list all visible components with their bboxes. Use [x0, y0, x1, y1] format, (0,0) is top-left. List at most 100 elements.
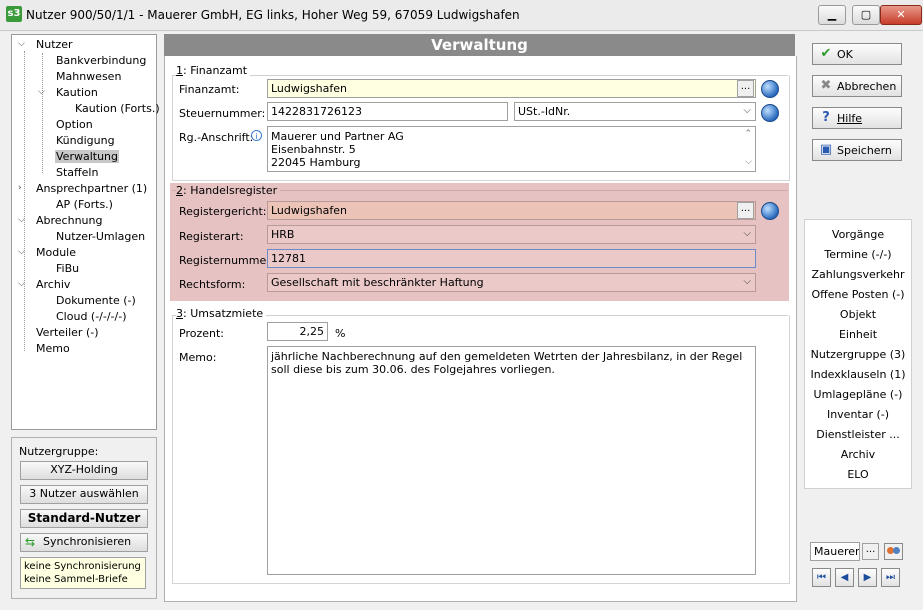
steuer-type-value: USt.-IdNr. [518, 105, 571, 118]
standard-user-button[interactable]: Standard-Nutzer [20, 509, 148, 528]
registerart-label: Registerart: [179, 230, 244, 243]
finanzamt-field[interactable]: Ludwigshafen [267, 79, 756, 98]
tree-item-ansprechpartner[interactable]: Ansprechpartner (1) [36, 182, 147, 195]
user-group-label: Nutzergruppe: [19, 445, 99, 458]
help-button[interactable]: ? Hilfe [812, 107, 902, 129]
link-dienstleister[interactable]: Dienstleister ... [805, 428, 911, 441]
collapse-icon[interactable]: ⌵ [18, 215, 25, 225]
globe-icon[interactable] [761, 202, 779, 220]
link-zahlungsverkehr[interactable]: Zahlungsverkehr [805, 268, 911, 281]
link-elo[interactable]: ELO [805, 468, 911, 481]
link-vorgaenge[interactable]: Vorgänge [805, 228, 911, 241]
group-button[interactable]: XYZ-Holding [20, 461, 148, 480]
tree-item-archiv[interactable]: Archiv [36, 278, 70, 291]
expand-icon[interactable]: › [18, 183, 22, 193]
link-offene-posten[interactable]: Offene Posten (-) [805, 288, 911, 301]
chevron-down-icon: ⌵ [743, 228, 751, 239]
link-inventar[interactable]: Inventar (-) [805, 408, 911, 421]
tree-item-kaution[interactable]: Kaution [56, 86, 98, 99]
registerart-select[interactable]: HRB ⌵ [267, 225, 756, 244]
title-bar: s3 Nutzer 900/50/1/1 - Mauerer GmbH, EG … [0, 0, 923, 31]
registergericht-lookup-button[interactable]: ... [737, 202, 754, 219]
ok-button[interactable]: ✔ OK [812, 43, 902, 65]
collapse-icon[interactable]: ⌵ [38, 87, 45, 97]
link-umlageplaene[interactable]: Umlagepläne (-) [805, 388, 911, 401]
registerart-value: HRB [271, 228, 295, 241]
rechtsform-select[interactable]: Gesellschaft mit beschränkter Haftung ⌵ [267, 273, 756, 292]
prozent-label: Prozent: [179, 327, 224, 340]
sync-icon: ⇆ [25, 535, 36, 549]
save-button-label: Speichern [837, 144, 892, 157]
close-button[interactable]: ✕ [880, 5, 922, 25]
link-termine[interactable]: Termine (-/-) [805, 248, 911, 261]
tree-item-ap-forts[interactable]: AP (Forts.) [56, 198, 113, 211]
registernummer-field[interactable]: 12781 [267, 249, 756, 268]
rechtsform-value: Gesellschaft mit beschränkter Haftung [271, 276, 484, 289]
user-group-box: Nutzergruppe: XYZ-Holding 3 Nutzer auswä… [11, 437, 157, 599]
section-title-handelsregister: 2: Handelsregister [176, 184, 281, 197]
save-button[interactable]: ▣ Speichern [812, 139, 902, 161]
help-icon: ? [822, 110, 830, 125]
memo-field[interactable]: jährliche Nachberechnung auf den gemelde… [267, 346, 756, 575]
anschrift-label: Rg.-Anschrift: [179, 131, 254, 144]
tree-item-option[interactable]: Option [56, 118, 93, 131]
select-users-button[interactable]: 3 Nutzer auswählen [20, 485, 148, 504]
sync-button[interactable]: ⇆ Synchronisieren [20, 533, 148, 552]
cancel-button[interactable]: ✖ Abbrechen [812, 75, 902, 97]
chevron-down-icon: ⌵ [743, 276, 751, 287]
link-indexklauseln[interactable]: Indexklauseln (1) [805, 368, 911, 381]
globe-icon[interactable] [761, 80, 779, 98]
collapse-icon[interactable]: ⌵ [18, 247, 25, 257]
scroll-down-icon[interactable]: ⌵ [745, 156, 752, 169]
globe-icon[interactable] [761, 104, 779, 122]
tree-item-bankverbindung[interactable]: Bankverbindung [56, 54, 146, 67]
window-title: Nutzer 900/50/1/1 - Mauerer GmbH, EG lin… [26, 8, 520, 22]
sync-note: keine Synchronisierung keine Sammel-Brie… [20, 557, 146, 589]
anschrift-line: Mauerer und Partner AG [271, 130, 404, 143]
steuernummer-field[interactable]: 1422831726123 [267, 102, 508, 121]
tree-item-abrechnung[interactable]: Abrechnung [36, 214, 102, 227]
tree-item-nutzer-umlagen[interactable]: Nutzer-Umlagen [56, 230, 145, 243]
tree-item-staffeln[interactable]: Staffeln [56, 166, 98, 179]
tree-item-kuendigung[interactable]: Kündigung [56, 134, 115, 147]
minimize-button[interactable]: ▁ [818, 5, 846, 25]
link-archiv[interactable]: Archiv [805, 448, 911, 461]
tree-item-fibu[interactable]: FiBu [56, 262, 79, 275]
tree-item-memo[interactable]: Memo [36, 342, 70, 355]
sync-note-line: keine Synchronisierung [24, 561, 141, 572]
anschrift-field[interactable]: Mauerer und Partner AG Eisenbahnstr. 5 2… [267, 126, 756, 172]
scroll-up-icon[interactable]: ⌃ [744, 128, 752, 141]
search-lookup-button[interactable]: ... [862, 543, 879, 560]
steuernummer-label: Steuernummer: [179, 107, 266, 120]
maximize-icon: ▢ [860, 8, 872, 21]
finanzamt-label: Finanzamt: [179, 83, 240, 96]
steuer-type-select[interactable]: USt.-IdNr. ⌵ [514, 102, 756, 121]
collapse-icon[interactable]: ⌵ [18, 39, 25, 49]
prozent-field[interactable]: 2,25 [267, 322, 328, 341]
collapse-icon[interactable]: ⌵ [18, 279, 25, 289]
registernummer-label: Registernummer: [179, 254, 275, 267]
link-objekt[interactable]: Objekt [805, 308, 911, 321]
link-einheit[interactable]: Einheit [805, 328, 911, 341]
next-record-icon[interactable]: ▶ [858, 568, 877, 587]
previous-record-icon[interactable]: ◀ [835, 568, 854, 587]
tree-item-kaution-forts[interactable]: Kaution (Forts.) [75, 102, 160, 115]
tree-item-cloud[interactable]: Cloud (-/-/-/-) [56, 310, 127, 323]
related-links-list: Vorgänge Termine (-/-) Zahlungsverkehr O… [804, 219, 912, 489]
group-users-icon[interactable] [884, 543, 903, 560]
finanzamt-lookup-button[interactable]: ... [737, 80, 754, 97]
tree-guide [42, 53, 43, 173]
last-record-icon[interactable]: ⏭ [881, 568, 900, 587]
registergericht-field[interactable]: Ludwigshafen [267, 201, 756, 220]
tree-item-mahnwesen[interactable]: Mahnwesen [56, 70, 121, 83]
maximize-button[interactable]: ▢ [852, 5, 880, 25]
tree-item-verwaltung[interactable]: Verwaltung [55, 150, 119, 163]
link-nutzergruppe[interactable]: Nutzergruppe (3) [805, 348, 911, 361]
tree-item-dokumente[interactable]: Dokumente (-) [56, 294, 136, 307]
tree-item-nutzer[interactable]: Nutzer [36, 38, 73, 51]
search-field[interactable]: Mauerer [810, 542, 860, 561]
info-icon[interactable]: i [251, 130, 262, 141]
tree-item-verteiler[interactable]: Verteiler (-) [36, 326, 99, 339]
tree-item-module[interactable]: Module [36, 246, 76, 259]
first-record-icon[interactable]: ⏮ [812, 568, 831, 587]
